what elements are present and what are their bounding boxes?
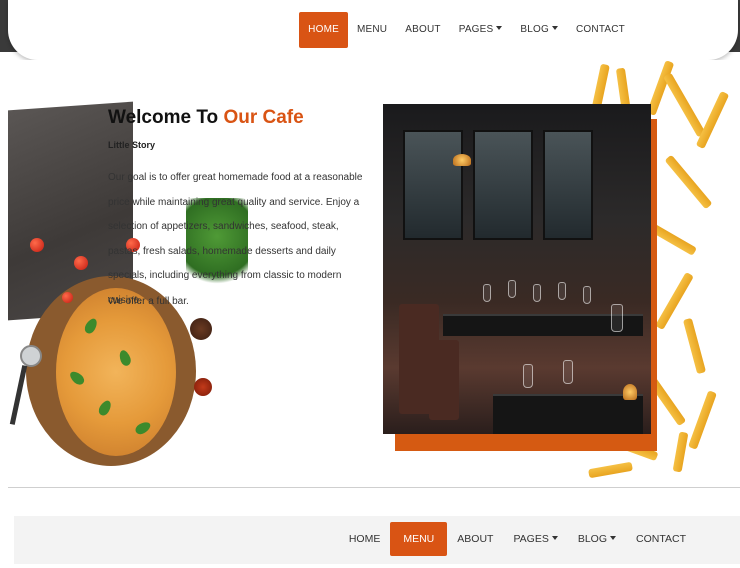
nav-about-link[interactable]: ABOUT [396,12,449,48]
fries-image [682,317,707,375]
chair-shape [429,340,459,420]
fries-image [672,431,689,473]
section-divider [8,487,740,488]
table-shape [493,394,643,434]
fries-image [688,390,717,450]
nav-contact-link[interactable]: CONTACT [626,522,696,556]
candle-light [623,384,637,400]
caret-down-icon [552,26,558,30]
caret-down-icon [551,536,558,540]
wine-glass [563,360,573,384]
top-nav-menu: HOME MENU ABOUT PAGES BLOG CONTACT [299,12,634,48]
caret-down-icon [496,26,503,30]
sauce-bowl-image [194,378,212,396]
pizza-cutter-image [20,345,42,367]
nav-menu-link[interactable]: MENU [390,522,448,556]
hero-paragraph: Our goal is to offer great homemade food… [108,172,363,306]
hero-title: Welcome To Our Cafe [108,107,304,129]
top-navbar: HOME MENU ABOUT PAGES BLOG CONTACT [8,0,738,60]
window-shape [543,130,593,240]
hero-section: Welcome To Our Cafe Little Story Our goa… [8,60,738,488]
tomato-image [30,238,44,252]
tomato-image [62,292,73,303]
nav-pages-dropdown[interactable]: PAGES [450,12,512,48]
nav-menu-link[interactable]: MENU [348,12,396,48]
fries-image [588,461,633,479]
window-shape [473,130,533,240]
nav-about-link[interactable]: ABOUT [447,522,503,556]
wine-glass [611,304,623,332]
nav-pages-label: PAGES [458,24,494,35]
wine-glass [523,364,533,388]
window-shape [403,130,463,240]
nav-blog-dropdown[interactable]: BLOG [511,12,567,48]
sticky-navbar: HOME MENU ABOUT PAGES BLOG CONTACT [14,516,740,564]
tomato-image [74,256,88,270]
sticky-nav-menu: HOME MENU ABOUT PAGES BLOG CONTACT [339,522,696,556]
restaurant-interior-image [383,104,651,434]
spice-bowl-image [190,318,212,340]
wine-glass [508,280,516,298]
hero-paragraph-2: We offer a full bar. [108,296,189,307]
nav-blog-label: BLOG [520,24,549,35]
wine-glass [533,284,541,302]
nav-home-link[interactable]: HOME [299,12,348,48]
hero-title-prefix: Welcome To [108,107,224,128]
wine-glass [483,284,491,302]
wine-glass [583,286,591,304]
page: HOME MENU ABOUT PAGES BLOG CONTACT Welco… [0,0,740,568]
pizza-cutter-handle [9,365,28,425]
hero-title-accent: Our Cafe [223,107,304,128]
fries-image [664,154,713,210]
nav-contact-link[interactable]: CONTACT [567,12,634,48]
nav-blog-dropdown[interactable]: BLOG [568,522,626,556]
nav-blog-label: BLOG [577,533,608,545]
nav-home-link[interactable]: HOME [339,522,391,556]
fries-image [663,72,706,138]
caret-down-icon [610,536,617,540]
nav-pages-label: PAGES [513,533,549,545]
wine-glass [558,282,566,300]
pendant-lamp [453,154,471,166]
nav-pages-dropdown[interactable]: PAGES [503,522,567,556]
hero-subtitle: Little Story [108,140,156,150]
fries-image [695,90,730,150]
